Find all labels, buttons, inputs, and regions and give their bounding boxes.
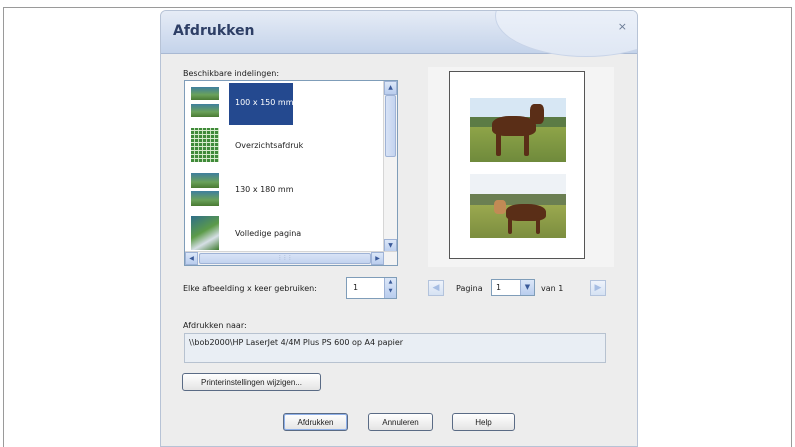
preview-photo-bottom [470,174,566,238]
copies-stepper[interactable]: 1 ▲ ▼ [346,277,397,299]
scroll-right-icon[interactable]: ▶ [371,252,384,265]
print-button[interactable]: Afdrukken [283,413,348,431]
layout-item-label: Overzichtsafdruk [235,141,304,150]
printer-name: \\bob2000\HP LaserJet 4/4M Plus PS 600 o… [189,338,404,347]
layout-item-label: Volledige pagina [235,229,302,238]
page-preview [449,71,585,259]
help-button[interactable]: Help [452,413,515,431]
vertical-scroll-thumb[interactable] [385,95,396,157]
vertical-scrollbar[interactable]: ▲ ▼ [383,81,397,253]
layout-item-label: 130 x 180 mm [235,185,294,194]
copies-value: 1 [353,283,359,292]
cancel-button[interactable]: Annuleren [368,413,433,431]
print-to-label: Afdrukken naar: [183,321,247,330]
change-printer-settings-button[interactable]: Printerinstellingen wijzigen... [182,373,321,391]
layout-item-label: 100 x 150 mm [235,98,294,107]
layout-item-overzicht[interactable]: Overzichtsafdruk [187,126,383,166]
layouts-label: Beschikbare indelingen: [183,69,280,78]
layouts-listbox[interactable]: 100 x 150 mm Overzichtsafdruk 130 x 180 … [184,80,398,266]
page-select-value: 1 [496,283,502,292]
title-bar-decoration [495,11,637,57]
title-bar[interactable]: Afdrukken × [161,11,637,57]
page-of-label: van 1 [541,284,564,293]
next-page-icon[interactable]: ▶ [590,280,606,296]
full-page-thumbnail-icon [191,216,219,250]
scroll-up-icon[interactable]: ▲ [384,81,397,95]
dialog-title: Afdrukken [173,23,255,39]
layout-item-volledige-pagina[interactable]: Volledige pagina [187,214,383,254]
layout-item-130x180[interactable]: 130 x 180 mm [187,170,383,210]
chevron-down-icon[interactable]: ▼ [520,280,534,295]
page-label: Pagina [456,284,483,293]
close-icon[interactable]: × [618,20,627,33]
page-select[interactable]: 1 ▼ [491,279,535,296]
horizontal-scroll-thumb[interactable]: ⋮⋮⋮ [199,253,371,264]
two-photos-thumbnail-icon [191,85,219,119]
contact-sheet-thumbnail-icon [191,128,219,162]
printer-display: \\bob2000\HP LaserJet 4/4M Plus PS 600 o… [184,333,606,363]
previous-page-icon[interactable]: ◀ [428,280,444,296]
copies-label: Elke afbeelding x keer gebruiken: [183,284,317,293]
preview-photo-top [470,98,566,162]
horizontal-scrollbar[interactable]: ◀ ⋮⋮⋮ ▶ [185,251,397,265]
stepper-arrows-icon[interactable]: ▲ ▼ [384,278,396,298]
two-photos-thumbnail-icon [191,172,219,206]
scroll-left-icon[interactable]: ◀ [185,252,198,265]
layout-item-100x150[interactable]: 100 x 150 mm [187,83,383,125]
